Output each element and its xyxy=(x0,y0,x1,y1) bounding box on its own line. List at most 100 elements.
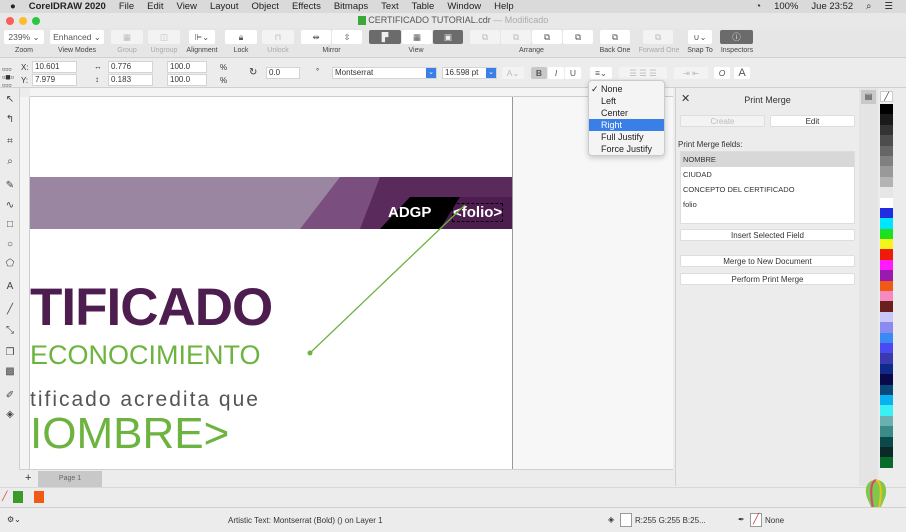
color-swatch[interactable] xyxy=(880,114,893,125)
color-swatch[interactable] xyxy=(880,436,893,447)
mirror-vertical-button[interactable]: ⇳ xyxy=(332,30,362,44)
color-swatch[interactable] xyxy=(880,104,893,115)
document-page[interactable]: ADGP <folio> TIFICADO ECONOCIMIENTO tifi… xyxy=(30,97,513,469)
close-window-button[interactable] xyxy=(6,17,14,25)
color-swatch[interactable] xyxy=(880,280,893,292)
color-swatch[interactable] xyxy=(880,405,893,416)
field-item[interactable]: CONCEPTO DEL CERTIFICADO xyxy=(681,182,854,197)
text-tool-icon[interactable]: A xyxy=(4,281,16,293)
view-grid-button[interactable]: ▦ xyxy=(402,30,432,44)
orange-swatch[interactable] xyxy=(34,491,44,503)
snap-to-button[interactable]: ∪⌄ xyxy=(688,30,712,44)
reference-point-icon[interactable]: ▫▫▫ ▫■▫ ▫▫▫ xyxy=(2,65,14,90)
insert-selected-field-button[interactable]: Insert Selected Field xyxy=(680,229,855,241)
certificate-title[interactable]: TIFICADO xyxy=(30,277,273,338)
color-swatch[interactable] xyxy=(880,239,893,250)
color-swatch[interactable] xyxy=(880,259,893,271)
menu-table[interactable]: Table xyxy=(412,1,435,12)
field-item[interactable]: folio xyxy=(681,197,854,212)
color-swatch[interactable] xyxy=(880,322,893,333)
search-icon[interactable]: ⌕ xyxy=(866,1,871,12)
list-icon[interactable]: ☰ xyxy=(884,1,893,12)
menu-text[interactable]: Text xyxy=(381,1,398,12)
color-swatch[interactable] xyxy=(880,207,893,219)
menu-file[interactable]: File xyxy=(119,1,134,12)
scale-y-input[interactable]: 100.0 xyxy=(167,74,207,86)
wifi-icon[interactable]: ◔ xyxy=(755,1,761,12)
create-button[interactable]: Create xyxy=(680,115,765,127)
color-swatch[interactable] xyxy=(880,384,893,395)
color-swatch[interactable] xyxy=(880,176,893,188)
fill-color-swatch[interactable] xyxy=(620,513,632,527)
height-input[interactable]: 0.183 xyxy=(108,74,153,86)
name-field-text[interactable]: IOMBRE> xyxy=(30,409,229,459)
color-swatch[interactable] xyxy=(880,394,893,406)
inspectors-button[interactable]: ⓘ xyxy=(720,30,753,44)
outline-color-swatch[interactable]: ╱ xyxy=(750,513,762,527)
backward-button[interactable]: ⧉ xyxy=(563,30,593,44)
menu-object[interactable]: Object xyxy=(251,1,278,12)
italic-button[interactable]: I xyxy=(548,67,564,79)
edit-button[interactable]: Edit xyxy=(770,115,855,127)
settings-gear-icon[interactable]: ⚙⌄ xyxy=(7,515,21,524)
align-option-force-justify[interactable]: Force Justify xyxy=(589,143,664,155)
field-item[interactable]: NOMBRE xyxy=(681,152,854,167)
font-size-select[interactable]: 16.598 pt ⌄ xyxy=(442,67,497,79)
back-one-button[interactable]: ⧉ xyxy=(600,30,630,44)
app-name[interactable]: CorelDRAW 2020 xyxy=(29,1,106,12)
forward-button[interactable]: ⧉ xyxy=(532,30,562,44)
align-option-none[interactable]: ✓ None xyxy=(589,83,664,95)
polygon-tool-icon[interactable]: ⬠ xyxy=(4,258,16,270)
ellipse-tool-icon[interactable]: ○ xyxy=(4,239,16,251)
rectangle-tool-icon[interactable]: □ xyxy=(4,219,16,231)
group-button[interactable]: ▦ xyxy=(111,30,143,44)
menu-view[interactable]: View xyxy=(177,1,197,12)
menu-layout[interactable]: Layout xyxy=(210,1,239,12)
pick-tool-icon[interactable]: ↖ xyxy=(4,94,16,106)
shadow-tool-icon[interactable]: ❐ xyxy=(4,347,16,359)
color-swatch[interactable] xyxy=(880,363,893,375)
color-swatch[interactable] xyxy=(880,166,893,177)
eyedropper-tool-icon[interactable]: ✐ xyxy=(4,390,16,402)
align-option-right[interactable]: Right xyxy=(589,119,664,131)
rotation-input[interactable]: 0.0 xyxy=(266,67,300,79)
text-style-button[interactable]: A⌄ xyxy=(502,67,524,79)
artistic-media-icon[interactable]: ∿ xyxy=(4,200,16,212)
color-swatch[interactable] xyxy=(880,187,893,198)
bold-button[interactable]: B xyxy=(531,67,547,79)
color-swatch[interactable] xyxy=(880,124,893,136)
battery-status[interactable]: 100% xyxy=(774,1,798,12)
menu-bitmaps[interactable]: Bitmaps xyxy=(334,1,368,12)
color-swatch[interactable] xyxy=(880,446,893,458)
color-swatch[interactable] xyxy=(880,249,893,260)
x-position-input[interactable]: 10.601 xyxy=(32,61,77,73)
view-page-button[interactable]: ▣ xyxy=(433,30,463,44)
menu-effects[interactable]: Effects xyxy=(292,1,321,12)
color-swatch[interactable] xyxy=(880,426,893,437)
color-swatch[interactable] xyxy=(880,197,893,208)
no-color-swatch[interactable]: ╱ xyxy=(880,91,893,102)
color-swatch[interactable] xyxy=(880,311,893,323)
list-buttons[interactable]: ☰ ☰ ☰ xyxy=(619,67,667,79)
minimize-window-button[interactable] xyxy=(19,17,27,25)
color-swatch[interactable] xyxy=(880,415,893,427)
indent-buttons[interactable]: ⇥ ⇤ xyxy=(674,67,708,79)
print-merge-tab-icon[interactable]: ▤ xyxy=(861,90,876,104)
horizontal-ruler[interactable] xyxy=(30,88,673,97)
width-input[interactable]: 0.776 xyxy=(108,61,153,73)
text-italic-o-button[interactable]: O xyxy=(714,67,730,79)
alignment-button[interactable]: ⊫⌄ xyxy=(189,30,215,44)
certificate-subtitle[interactable]: ECONOCIMIENTO xyxy=(30,340,261,371)
align-option-center[interactable]: Center xyxy=(589,107,664,119)
color-swatch[interactable] xyxy=(880,353,893,364)
color-swatch[interactable] xyxy=(880,332,893,343)
color-swatch[interactable] xyxy=(880,145,893,156)
zoom-window-button[interactable] xyxy=(32,17,40,25)
crop-tool-icon[interactable]: ⌗ xyxy=(4,136,16,148)
green-swatch[interactable] xyxy=(13,491,23,503)
color-swatch[interactable] xyxy=(880,135,893,146)
shape-tool-icon[interactable]: ↰ xyxy=(4,114,16,126)
color-swatch[interactable] xyxy=(880,155,893,167)
ungroup-button[interactable]: ◫ xyxy=(148,30,180,44)
to-back-button[interactable]: ⧉ xyxy=(501,30,531,44)
